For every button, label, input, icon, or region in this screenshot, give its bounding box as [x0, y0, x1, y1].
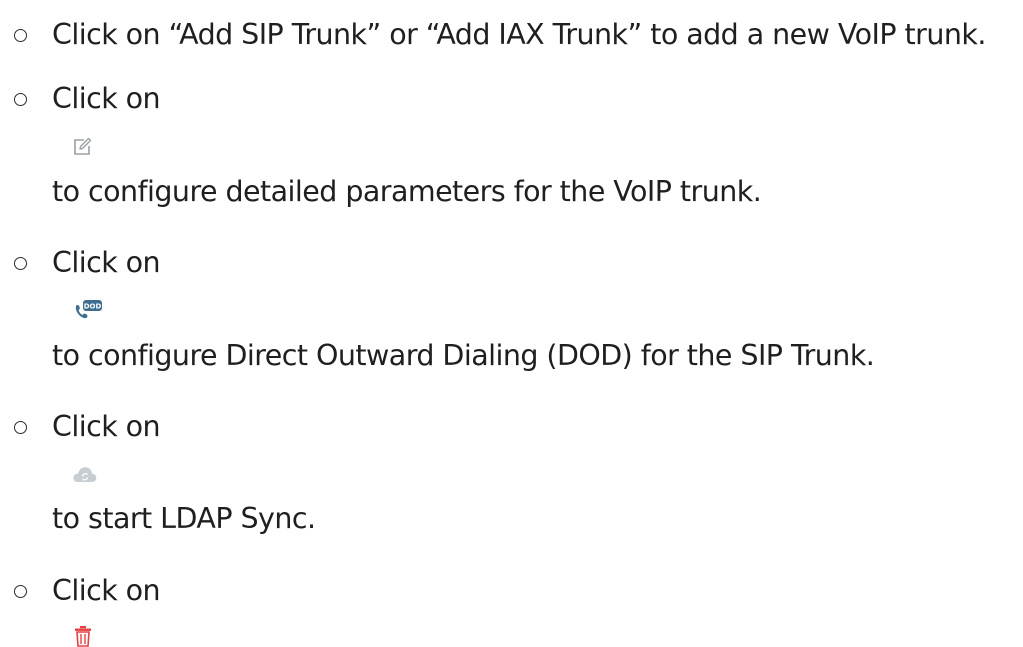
- bullet-icon: [14, 421, 27, 434]
- list-item-prefix: Click on: [52, 246, 161, 279]
- bullet-icon: [14, 585, 27, 598]
- list-item-prefix: Click on: [52, 82, 161, 115]
- bullet-icon: [14, 29, 27, 42]
- edit-icon[interactable]: [72, 137, 94, 157]
- list-item-prefix: Click on: [52, 410, 161, 443]
- list-item-suffix: to configure Direct Outward Dialing (DOD…: [52, 339, 875, 372]
- list-item-prefix: Click on: [52, 574, 161, 607]
- list-item-text: Click on “Add SIP Trunk” or “Add IAX Tru…: [52, 18, 986, 51]
- trash-icon[interactable]: [72, 625, 94, 647]
- list-item-suffix: to start LDAP Sync.: [52, 502, 316, 535]
- cloud-sync-icon[interactable]: [72, 464, 98, 484]
- dod-icon-label: DOD: [84, 303, 102, 311]
- bullet-icon: [14, 257, 27, 270]
- bullet-icon: [14, 93, 27, 106]
- dod-phone-icon[interactable]: DOD: [72, 298, 104, 322]
- list-item-suffix: to configure detailed parameters for the…: [52, 175, 762, 208]
